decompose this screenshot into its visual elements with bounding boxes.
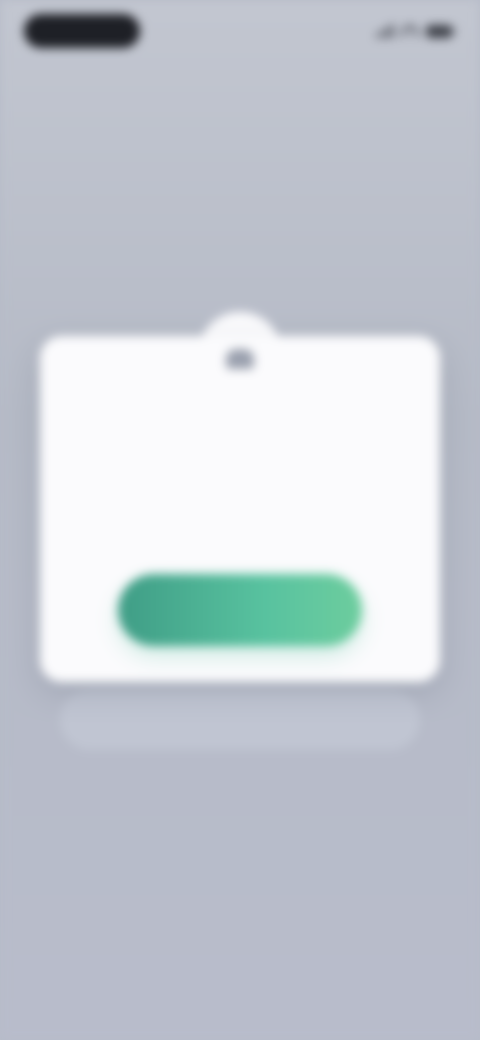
status-time-pill [24,14,140,48]
status-icons [376,22,455,40]
modal-shadow-glow [60,690,420,750]
status-bar [0,0,480,64]
lock-icon-glyph [226,349,254,369]
wifi-icon [402,25,418,37]
blurred-screen [0,0,480,1040]
battery-icon [426,24,455,38]
modal-primary-button[interactable] [118,574,362,646]
lock-icon [221,344,259,374]
signal-icon [376,24,394,38]
